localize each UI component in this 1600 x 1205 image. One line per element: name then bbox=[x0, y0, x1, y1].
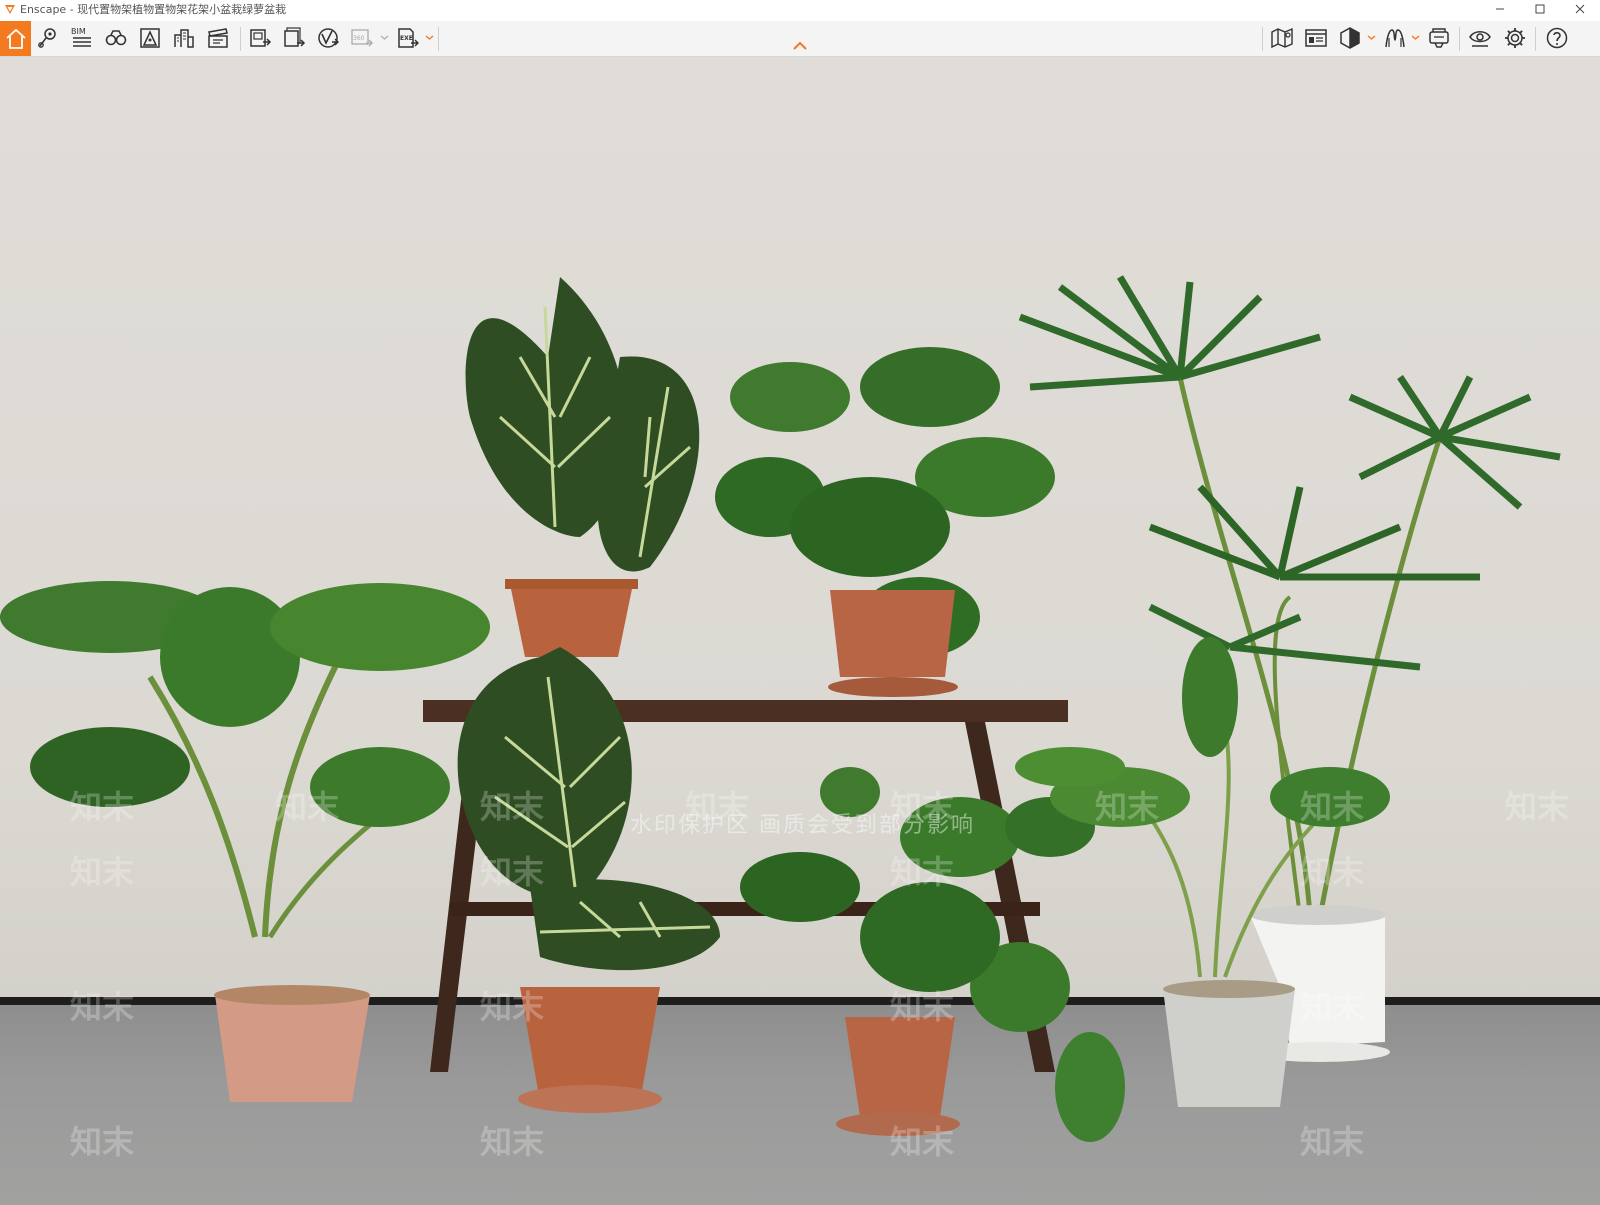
chevron-down-icon[interactable] bbox=[380, 31, 389, 43]
buildings-icon bbox=[174, 29, 194, 48]
window-title: Enscape - 现代置物架植物置物架花架小盆栽绿萝盆栽 bbox=[20, 3, 287, 16]
help-icon bbox=[1546, 27, 1568, 49]
watermark: 知末 bbox=[70, 1123, 135, 1161]
monstera-plant-upper bbox=[715, 347, 1055, 697]
watermark: 知末 bbox=[70, 853, 135, 891]
maximize-icon bbox=[1535, 4, 1545, 14]
enscape-toolbar: BIM 360 EXE bbox=[0, 21, 1600, 57]
buildings-button[interactable] bbox=[169, 23, 199, 53]
video-clapper-icon bbox=[208, 28, 228, 48]
render-image-button[interactable] bbox=[245, 23, 275, 53]
location-pin-icon bbox=[38, 28, 56, 48]
watermark: 知末 bbox=[890, 1123, 955, 1161]
panorama-button[interactable]: 360 bbox=[347, 23, 377, 53]
watermark: 知末 bbox=[480, 853, 545, 891]
toolbar-separator bbox=[1459, 27, 1460, 51]
binoculars-icon bbox=[105, 30, 127, 46]
close-button[interactable] bbox=[1560, 0, 1600, 18]
watermark: 知末 bbox=[480, 988, 545, 1026]
toolbar-separator bbox=[438, 27, 439, 51]
location-button[interactable] bbox=[33, 23, 63, 53]
chevron-down-icon[interactable] bbox=[425, 31, 434, 43]
render-image-icon bbox=[250, 29, 272, 47]
watermark: 知末 bbox=[1300, 988, 1365, 1026]
site-context-button[interactable] bbox=[135, 23, 165, 53]
close-icon bbox=[1575, 4, 1585, 14]
watermark: 知末 bbox=[890, 853, 955, 891]
watermark: 知末 bbox=[480, 1123, 545, 1161]
settings-button[interactable] bbox=[1500, 23, 1530, 53]
chevron-down-icon[interactable] bbox=[1367, 31, 1376, 43]
minimize-icon bbox=[1496, 8, 1504, 10]
svg-text:EXE: EXE bbox=[400, 35, 413, 42]
map-button[interactable] bbox=[1267, 23, 1297, 53]
render-viewport[interactable]: 水印保护区 画质会受到部分影响 知末 知末 知末 知末 知末 知末 知末 知末 … bbox=[0, 57, 1600, 1205]
material-editor-button[interactable] bbox=[1380, 23, 1410, 53]
watermark: 知末 bbox=[890, 788, 955, 826]
watermark: 知末 bbox=[480, 788, 545, 826]
vr-web-icon bbox=[318, 28, 339, 48]
window-controls bbox=[1480, 0, 1600, 18]
vr-headset-icon bbox=[1429, 28, 1449, 48]
watermark: 知末 bbox=[1300, 788, 1365, 826]
map-icon bbox=[1271, 27, 1293, 49]
asset-library-button[interactable] bbox=[1301, 23, 1331, 53]
vr-web-button[interactable] bbox=[313, 23, 343, 53]
enscape-logo-icon bbox=[5, 5, 15, 14]
collapse-toolbar-icon[interactable] bbox=[792, 41, 808, 51]
watermark: 知末 bbox=[1300, 853, 1365, 891]
watermark: 知末 bbox=[70, 788, 135, 826]
scene-render bbox=[0, 275, 1561, 1142]
toolbar-separator bbox=[1262, 27, 1263, 51]
svg-text:BIM: BIM bbox=[71, 27, 86, 36]
view-eye-icon bbox=[1469, 31, 1491, 47]
toolbar-separator bbox=[240, 27, 241, 51]
svg-text:360: 360 bbox=[353, 35, 365, 42]
watermark: 知末 bbox=[1505, 788, 1570, 826]
fan-palm-plant bbox=[1018, 275, 1561, 1062]
watermark: 知末 bbox=[70, 988, 135, 1026]
settings-gear-icon bbox=[1505, 28, 1525, 48]
video-editor-button[interactable] bbox=[203, 23, 233, 53]
watermark: 知末 bbox=[275, 788, 340, 826]
home-icon bbox=[5, 28, 26, 49]
batch-render-icon bbox=[284, 27, 306, 47]
maximize-button[interactable] bbox=[1520, 0, 1560, 18]
asset-library-icon bbox=[1305, 29, 1327, 47]
watermark: 知末 bbox=[685, 788, 750, 826]
visual-settings-cube-icon bbox=[1340, 27, 1360, 49]
site-context-icon bbox=[140, 28, 160, 48]
toolbar-separator bbox=[1535, 27, 1536, 51]
minimize-button[interactable] bbox=[1480, 0, 1520, 18]
view-options-button[interactable] bbox=[1465, 23, 1495, 53]
bim-icon: BIM bbox=[71, 27, 91, 47]
help-button[interactable] bbox=[1542, 23, 1572, 53]
batch-render-button[interactable] bbox=[279, 23, 309, 53]
anthurium-plant-upper bbox=[465, 277, 700, 657]
home-button[interactable] bbox=[0, 21, 31, 56]
bim-button[interactable]: BIM bbox=[67, 23, 97, 53]
export-exe-icon: EXE bbox=[398, 28, 419, 48]
vr-headset-button[interactable] bbox=[1424, 23, 1454, 53]
material-editor-icon bbox=[1385, 29, 1405, 48]
panorama-360-icon: 360 bbox=[351, 29, 373, 47]
export-exe-button[interactable]: EXE bbox=[393, 23, 423, 53]
chevron-down-icon[interactable] bbox=[1411, 31, 1420, 43]
watermark: 知末 bbox=[1300, 1123, 1365, 1161]
watermark: 知末 bbox=[1095, 788, 1160, 826]
title-bar: Enscape - 现代置物架植物置物架花架小盆栽绿萝盆栽 bbox=[0, 0, 1600, 18]
walk-mode-button[interactable] bbox=[101, 23, 131, 53]
visual-settings-button[interactable] bbox=[1335, 23, 1365, 53]
watermark: 知末 bbox=[890, 988, 955, 1026]
